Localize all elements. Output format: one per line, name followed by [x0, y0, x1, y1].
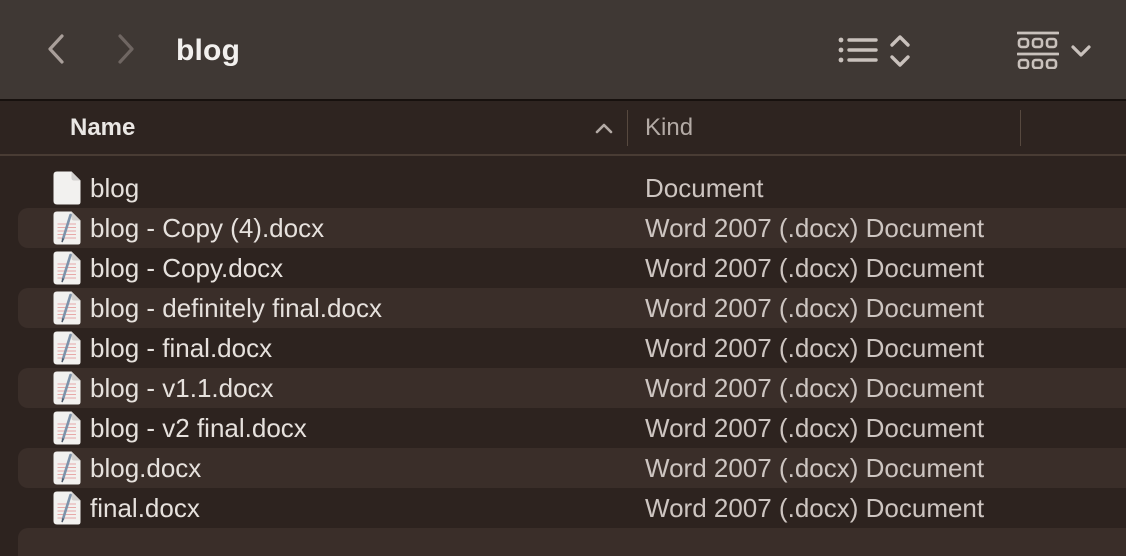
chevron-right-icon [116, 33, 136, 65]
group-by-menu-chevron[interactable] [1070, 44, 1092, 63]
chevron-up-down-icon [888, 55, 912, 72]
file-row[interactable]: blog - final.docx Word 2007 (.docx) Docu… [0, 328, 1126, 368]
window-title: blog [176, 0, 240, 101]
file-kind: Word 2007 (.docx) Document [645, 288, 984, 328]
file-name: blog - v2 final.docx [90, 408, 307, 448]
file-kind: Word 2007 (.docx) Document [645, 328, 984, 368]
file-kind: Word 2007 (.docx) Document [645, 408, 984, 448]
file-kind: Document [645, 168, 764, 208]
file-row[interactable]: blog - Copy (4).docx Word 2007 (.docx) D… [0, 208, 1126, 248]
view-options-button[interactable] [838, 36, 880, 71]
docx-document-icon [52, 491, 82, 525]
file-kind: Word 2007 (.docx) Document [645, 248, 984, 288]
file-row[interactable]: blog - v1.1.docx Word 2007 (.docx) Docum… [0, 368, 1126, 408]
file-row[interactable]: blog - v2 final.docx Word 2007 (.docx) D… [0, 408, 1126, 448]
file-name: blog - final.docx [90, 328, 272, 368]
file-row[interactable]: blog - definitely final.docx Word 2007 (… [0, 288, 1126, 328]
docx-document-icon [52, 211, 82, 245]
docx-document-icon [52, 411, 82, 445]
docx-document-icon [52, 371, 82, 405]
file-row[interactable]: blog Document [0, 168, 1126, 208]
file-kind: Word 2007 (.docx) Document [645, 448, 984, 488]
file-name: blog - Copy.docx [90, 248, 283, 288]
docx-document-icon [52, 451, 82, 485]
blank-document-icon [52, 171, 82, 205]
file-row[interactable]: blog.docx Word 2007 (.docx) Document [0, 448, 1126, 488]
file-name: blog - Copy (4).docx [90, 208, 324, 248]
file-row[interactable]: blog - Copy.docx Word 2007 (.docx) Docum… [0, 248, 1126, 288]
file-name: blog - definitely final.docx [90, 288, 382, 328]
back-button[interactable] [46, 33, 66, 65]
chevron-left-icon [46, 33, 66, 65]
column-resize-handle[interactable] [1020, 110, 1021, 146]
list-view-icon [838, 53, 880, 70]
file-kind: Word 2007 (.docx) Document [645, 208, 984, 248]
docx-document-icon [52, 251, 82, 285]
group-view-icon [1017, 56, 1059, 73]
sort-direction-button[interactable] [888, 34, 912, 73]
file-name: blog [90, 168, 139, 208]
empty-row [0, 528, 1126, 556]
docx-document-icon [52, 331, 82, 365]
forward-button[interactable] [116, 33, 136, 65]
column-resize-handle[interactable] [627, 110, 628, 146]
docx-document-icon [52, 291, 82, 325]
file-kind: Word 2007 (.docx) Document [645, 368, 984, 408]
file-name: blog.docx [90, 448, 201, 488]
group-by-button[interactable] [1017, 31, 1059, 74]
file-row[interactable]: final.docx Word 2007 (.docx) Document [0, 488, 1126, 528]
column-header-kind[interactable]: Kind [645, 101, 693, 154]
file-name: blog - v1.1.docx [90, 368, 274, 408]
list-column-header: Name Kind [0, 101, 1126, 156]
finder-toolbar: blog [0, 0, 1126, 101]
chevron-down-icon [1070, 45, 1092, 62]
file-kind: Word 2007 (.docx) Document [645, 488, 984, 528]
sort-ascending-icon [594, 122, 614, 140]
file-list: blog Document blog - Copy (4).docx Word … [0, 156, 1126, 556]
file-name: final.docx [90, 488, 200, 528]
column-header-name[interactable]: Name [70, 101, 135, 154]
